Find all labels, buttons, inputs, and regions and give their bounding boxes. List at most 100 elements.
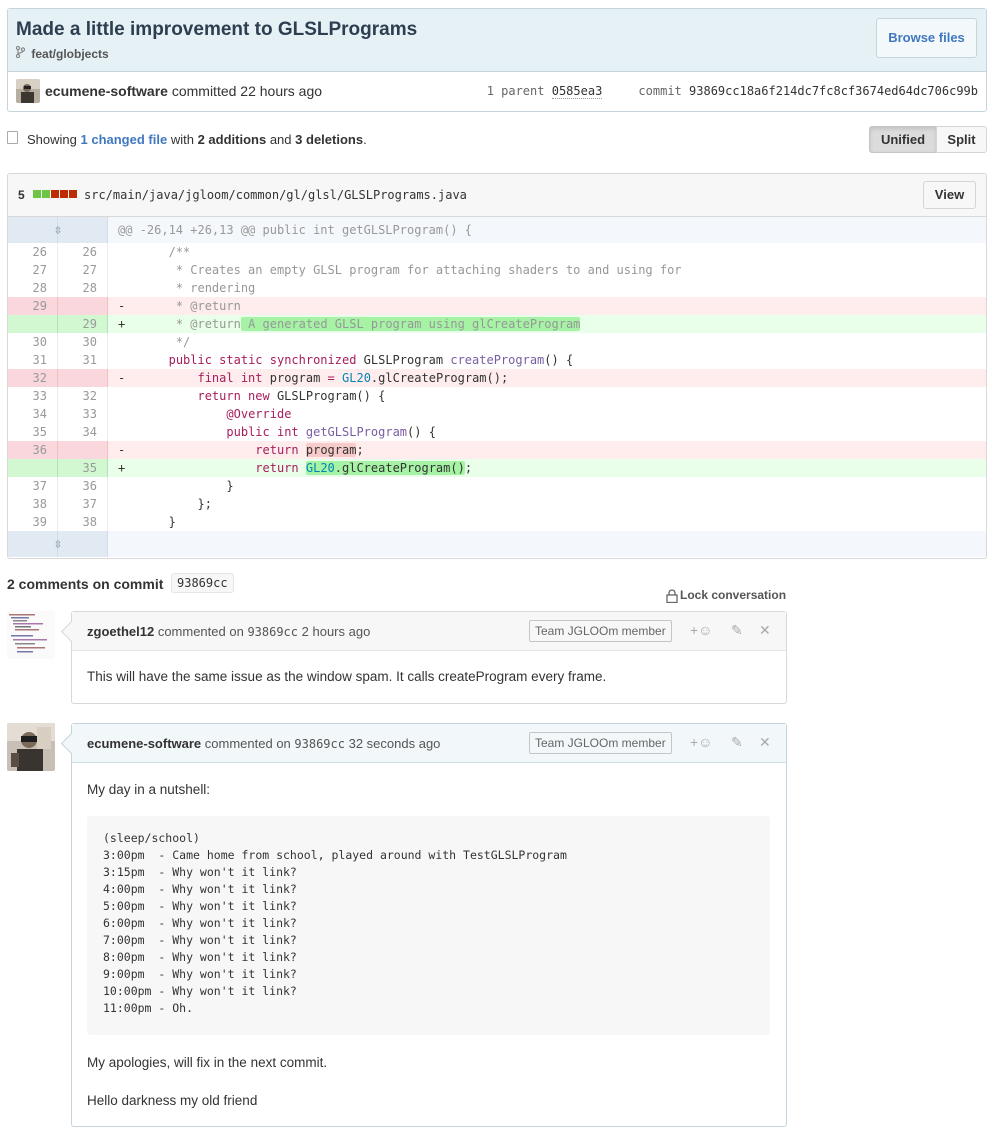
diff-marker [118, 281, 125, 295]
old-line-number[interactable]: 31 [8, 351, 58, 369]
old-line-number[interactable] [8, 315, 58, 333]
commit-meta: ecumene-software committed 22 hours ago [45, 83, 322, 99]
diff-line-deleted: 32 - final int program = GL20.glCreatePro… [8, 369, 986, 387]
old-line-number[interactable]: 28 [8, 279, 58, 297]
comment-sha-link[interactable]: 93869cc [247, 625, 298, 639]
old-line-number[interactable]: 27 [8, 261, 58, 279]
commit-author[interactable]: ecumene-software [45, 83, 168, 99]
add-reaction-icon[interactable]: +☺ [690, 734, 712, 750]
comment-author-line: zgoethel12 commented on 93869cc 2 hours … [87, 624, 370, 639]
new-line-number[interactable]: 33 [58, 405, 108, 423]
summary-and: and [269, 132, 292, 147]
unified-view-button[interactable]: Unified [869, 126, 937, 153]
lock-conversation-link[interactable]: Lock conversation [680, 588, 786, 602]
comment-card: zgoethel12 commented on 93869cc 2 hours … [60, 611, 787, 704]
comment-apology: My apologies, will fix in the next commi… [87, 1055, 328, 1070]
old-line-number[interactable]: 30 [8, 333, 58, 351]
new-line-number[interactable]: 30 [58, 333, 108, 351]
additions-count: 2 additions [197, 132, 267, 147]
line-code: }; [108, 495, 986, 513]
close-icon[interactable]: ✕ [759, 734, 771, 751]
new-line-number[interactable]: 38 [58, 513, 108, 531]
parent-sha-link[interactable]: 0585ea3 [551, 84, 603, 99]
new-line-number[interactable]: 32 [58, 387, 108, 405]
old-line-number[interactable]: 29 [8, 297, 58, 315]
old-line-number[interactable]: 34 [8, 405, 58, 423]
expand-up-icon[interactable]: ⇳ [8, 217, 108, 243]
comment-author[interactable]: ecumene-software [87, 736, 201, 751]
new-line-number[interactable] [58, 441, 108, 459]
code-block: (sleep/school) 3:00pm - Came home from s… [87, 816, 770, 1035]
old-line-number[interactable]: 35 [8, 423, 58, 441]
diff-line-added: 29 + * @return A generated GLSL program u… [8, 315, 986, 333]
new-line-number[interactable] [58, 297, 108, 315]
new-line-number[interactable]: 31 [58, 351, 108, 369]
diffstat-block-add [33, 190, 41, 198]
diffstat-block-add [42, 190, 50, 198]
commit-header: Made a little improvement to GLSLProgram… [7, 8, 987, 112]
line-code: /** [108, 243, 986, 261]
line-code: */ [108, 333, 986, 351]
new-line-number[interactable] [58, 369, 108, 387]
diff-marker [118, 407, 125, 421]
commit-title: Made a little improvement to GLSLProgram… [16, 19, 418, 40]
new-line-number[interactable]: 27 [58, 261, 108, 279]
file-header: 5 src/main/java/jgloom/common/gl/glsl/GL… [8, 174, 986, 217]
lock-icon[interactable] [666, 589, 678, 603]
line-code: - final int program = GL20.glCreateProgr… [118, 371, 509, 385]
new-line-number[interactable]: 36 [58, 477, 108, 495]
new-line-number[interactable]: 37 [58, 495, 108, 513]
edit-icon[interactable]: ✎ [731, 734, 743, 751]
add-reaction-icon[interactable]: +☺ [690, 622, 712, 638]
diffstat-block-del [51, 190, 59, 198]
new-line-number[interactable]: 34 [58, 423, 108, 441]
diff-marker [118, 245, 125, 259]
branch-label[interactable]: feat/globjects [15, 45, 109, 61]
old-line-number[interactable]: 37 [8, 477, 58, 495]
diff-marker [118, 515, 125, 529]
summary-period: . [363, 132, 367, 147]
new-line-number[interactable]: 28 [58, 279, 108, 297]
line-code: } [108, 513, 986, 531]
diff-marker [118, 353, 125, 367]
commit-sha-badge: 93869cc [171, 573, 234, 593]
new-line-number[interactable]: 29 [58, 315, 108, 333]
commenter-avatar[interactable] [7, 611, 55, 659]
hunk-header: ⇳ @@ -26,14 +26,13 @@ public int getGLSL… [8, 217, 986, 243]
commit-sha: 93869cc18a6f214dc7fc8cf3674ed64dc706c99b [689, 84, 978, 98]
old-line-number[interactable] [8, 459, 58, 477]
changed-files-link[interactable]: 1 changed file [81, 132, 168, 147]
commenter-avatar[interactable] [7, 723, 55, 771]
view-file-button[interactable]: View [923, 181, 976, 209]
commit-label: commit [638, 84, 682, 98]
author-avatar[interactable] [16, 79, 40, 103]
edit-icon[interactable]: ✎ [731, 622, 743, 639]
team-member-badge: Team JGLOOm member [529, 620, 672, 642]
old-line-number[interactable]: 36 [8, 441, 58, 459]
team-member-badge: Team JGLOOm member [529, 732, 672, 754]
line-code: * rendering [108, 279, 986, 297]
old-line-number[interactable]: 32 [8, 369, 58, 387]
line-code: public int getGLSLProgram() { [108, 423, 986, 441]
file-diff: 5 src/main/java/jgloom/common/gl/glsl/GL… [7, 173, 987, 559]
line-code: - return program; [118, 443, 364, 457]
comment-sha-link[interactable]: 93869cc [294, 737, 345, 751]
comment-time[interactable]: 32 seconds ago [349, 736, 441, 751]
comment-intro: My day in a nutshell: [87, 782, 211, 797]
line-code: @Override [108, 405, 986, 423]
close-icon[interactable]: ✕ [759, 622, 771, 639]
summary-with: with [170, 132, 194, 147]
comment-time[interactable]: 2 hours ago [302, 624, 371, 639]
old-line-number[interactable]: 38 [8, 495, 58, 513]
old-line-number[interactable]: 33 [8, 387, 58, 405]
browse-files-button[interactable]: Browse files [876, 18, 977, 58]
new-line-number[interactable]: 26 [58, 243, 108, 261]
old-line-number[interactable]: 26 [8, 243, 58, 261]
diff-line-added: 35 + return GL20.glCreateProgram(); [8, 459, 986, 477]
comment-author[interactable]: zgoethel12 [87, 624, 154, 639]
old-line-number[interactable]: 39 [8, 513, 58, 531]
split-view-button[interactable]: Split [936, 126, 987, 153]
branch-name: feat/globjects [31, 47, 109, 61]
new-line-number[interactable]: 35 [58, 459, 108, 477]
expand-down-icon[interactable]: ⇳ [8, 531, 108, 557]
